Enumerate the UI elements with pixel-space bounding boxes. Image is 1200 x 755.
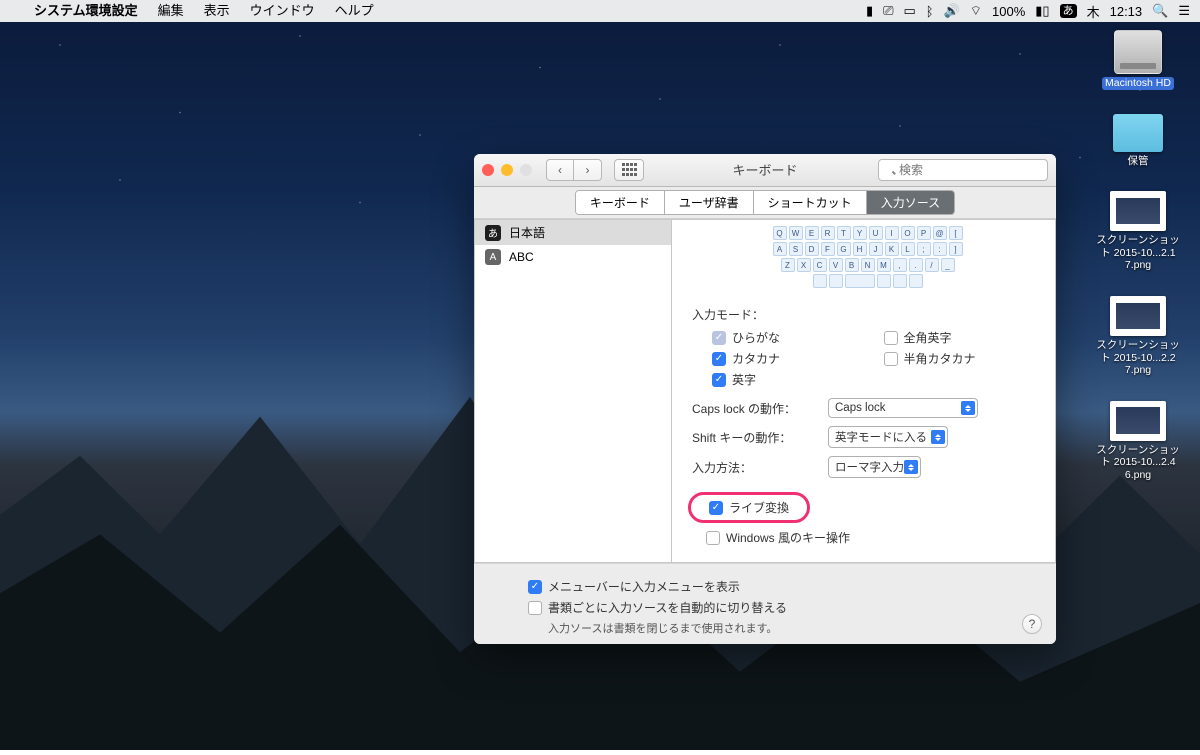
- desktop-icons: Macintosh HD 保管 スクリーンショット 2015-10...2.17…: [1088, 30, 1188, 482]
- tab-shortcut[interactable]: ショートカット: [754, 191, 867, 214]
- ime-abc-icon: A: [485, 249, 501, 265]
- wifi-icon[interactable]: ⌔: [970, 3, 982, 19]
- spotlight-icon[interactable]: 🔍: [1152, 3, 1168, 19]
- mode-eiji[interactable]: ✓英字: [712, 371, 848, 388]
- window-title: キーボード: [732, 160, 797, 179]
- mode-zenkaku[interactable]: 全角英字: [884, 329, 1044, 346]
- app-menu[interactable]: システム環境設定: [24, 0, 148, 22]
- screenshot-file-2[interactable]: スクリーンショット 2015-10...2.27.png: [1096, 296, 1180, 377]
- zoom-button[interactable]: [520, 164, 532, 176]
- windows-keys-row[interactable]: Windows 風のキー操作: [706, 529, 1043, 546]
- back-button[interactable]: ‹: [546, 159, 574, 181]
- day-label[interactable]: 木: [1087, 2, 1100, 21]
- minimize-button[interactable]: [501, 164, 513, 176]
- list-icon[interactable]: ☰: [1178, 3, 1190, 19]
- battery-icon[interactable]: ▮▯: [1035, 3, 1049, 19]
- menu-window[interactable]: ウインドウ: [240, 0, 325, 22]
- volume-icon[interactable]: 🔊: [944, 3, 960, 19]
- footer-note: 入力ソースは書類を閉じるまで使用されます。: [548, 620, 1042, 636]
- tab-keyboard[interactable]: キーボード: [576, 191, 665, 214]
- settings-panel: QWERTYUIOP@[ASDFGHJKL;:]ZXCVBNM,./_ 入力モー…: [672, 219, 1056, 563]
- tab-userdict[interactable]: ユーザ辞書: [665, 191, 754, 214]
- battery-percent[interactable]: 100%: [992, 4, 1025, 19]
- tab-inputsource[interactable]: 入力ソース: [867, 191, 954, 214]
- capslock-label: Caps lock の動作：: [692, 400, 822, 417]
- menu-view[interactable]: 表示: [194, 0, 240, 22]
- airplay-icon[interactable]: ⎚: [883, 3, 893, 19]
- screenshot-file-1[interactable]: スクリーンショット 2015-10...2.17.png: [1096, 191, 1180, 272]
- disk-icon-macintosh-hd[interactable]: Macintosh HD: [1096, 30, 1180, 90]
- search-input[interactable]: [878, 159, 1048, 181]
- mode-hiragana[interactable]: ✓ひらがな: [712, 329, 848, 346]
- titlebar[interactable]: ‹ › キーボード: [474, 154, 1056, 187]
- show-input-menu[interactable]: ✓メニューバーに入力メニューを表示: [528, 578, 1042, 595]
- keyboard-preview: QWERTYUIOP@[ASDFGHJKL;:]ZXCVBNM,./_: [738, 226, 998, 290]
- mode-katakana[interactable]: ✓カタカナ: [712, 350, 848, 367]
- input-mode-label: 入力モード：: [692, 306, 1043, 323]
- notification-icon[interactable]: ▮: [866, 3, 873, 19]
- bluetooth-icon[interactable]: ᛒ: [926, 4, 934, 19]
- display-icon[interactable]: ▭: [904, 3, 916, 19]
- folder-icon[interactable]: 保管: [1096, 114, 1180, 168]
- live-convert-highlight: ✓ ライブ変換: [688, 492, 810, 523]
- ime-ja-icon: あ: [485, 225, 501, 241]
- live-convert-checkbox[interactable]: ✓: [709, 501, 723, 515]
- show-all-button[interactable]: [614, 159, 644, 181]
- method-label: 入力方法：: [692, 459, 822, 476]
- ime-icon[interactable]: あ: [1060, 4, 1077, 18]
- live-convert-label: ライブ変換: [729, 499, 789, 516]
- capslock-select[interactable]: Caps lock: [828, 398, 978, 418]
- tab-bar: キーボード ユーザ辞書 ショートカット 入力ソース: [575, 190, 955, 215]
- screenshot-file-3[interactable]: スクリーンショット 2015-10...2.46.png: [1096, 401, 1180, 482]
- shift-label: Shift キーの動作：: [692, 429, 822, 446]
- source-abc[interactable]: A ABC: [475, 245, 671, 269]
- source-label: ABC: [509, 250, 534, 264]
- clock[interactable]: 12:13: [1110, 4, 1143, 19]
- close-button[interactable]: [482, 164, 494, 176]
- auto-switch-source[interactable]: 書類ごとに入力ソースを自動的に切り替える: [528, 599, 1042, 616]
- help-button[interactable]: ?: [1022, 614, 1042, 634]
- shift-select[interactable]: 英字モードに入る: [828, 426, 948, 448]
- forward-button[interactable]: ›: [574, 159, 602, 181]
- source-label: 日本語: [509, 224, 545, 241]
- input-source-list[interactable]: あ 日本語 A ABC ＋ −: [474, 219, 672, 563]
- menu-edit[interactable]: 編集: [148, 0, 194, 22]
- window-footer: ✓メニューバーに入力メニューを表示 書類ごとに入力ソースを自動的に切り替える 入…: [474, 563, 1056, 644]
- menu-help[interactable]: ヘルプ: [325, 0, 384, 22]
- menubar: システム環境設定 編集 表示 ウインドウ ヘルプ ▮ ⎚ ▭ ᛒ 🔊 ⌔ 100…: [0, 0, 1200, 22]
- mode-hankata[interactable]: 半角カタカナ: [884, 350, 1044, 367]
- method-select[interactable]: ローマ字入力: [828, 456, 921, 478]
- source-japanese[interactable]: あ 日本語: [475, 220, 671, 245]
- preferences-window: ‹ › キーボード キーボード ユーザ辞書 ショートカット 入力ソース あ 日本…: [474, 154, 1056, 644]
